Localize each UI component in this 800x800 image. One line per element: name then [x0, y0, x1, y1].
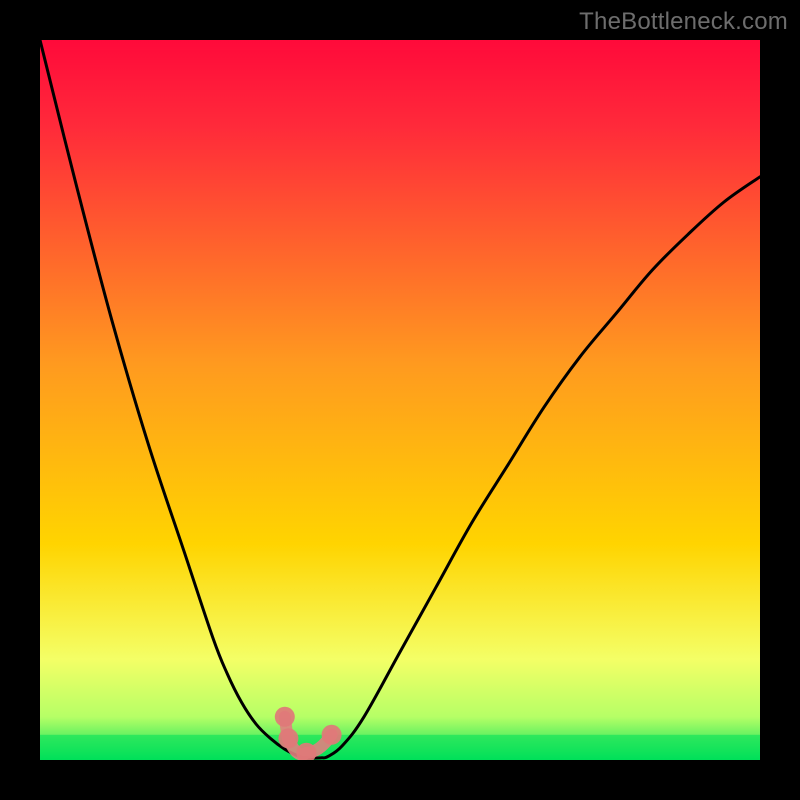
green-band	[40, 735, 760, 760]
chart-svg	[40, 40, 760, 760]
plot-area	[40, 40, 760, 760]
chart-frame: TheBottleneck.com	[0, 0, 800, 800]
watermark-text: TheBottleneck.com	[579, 8, 788, 36]
